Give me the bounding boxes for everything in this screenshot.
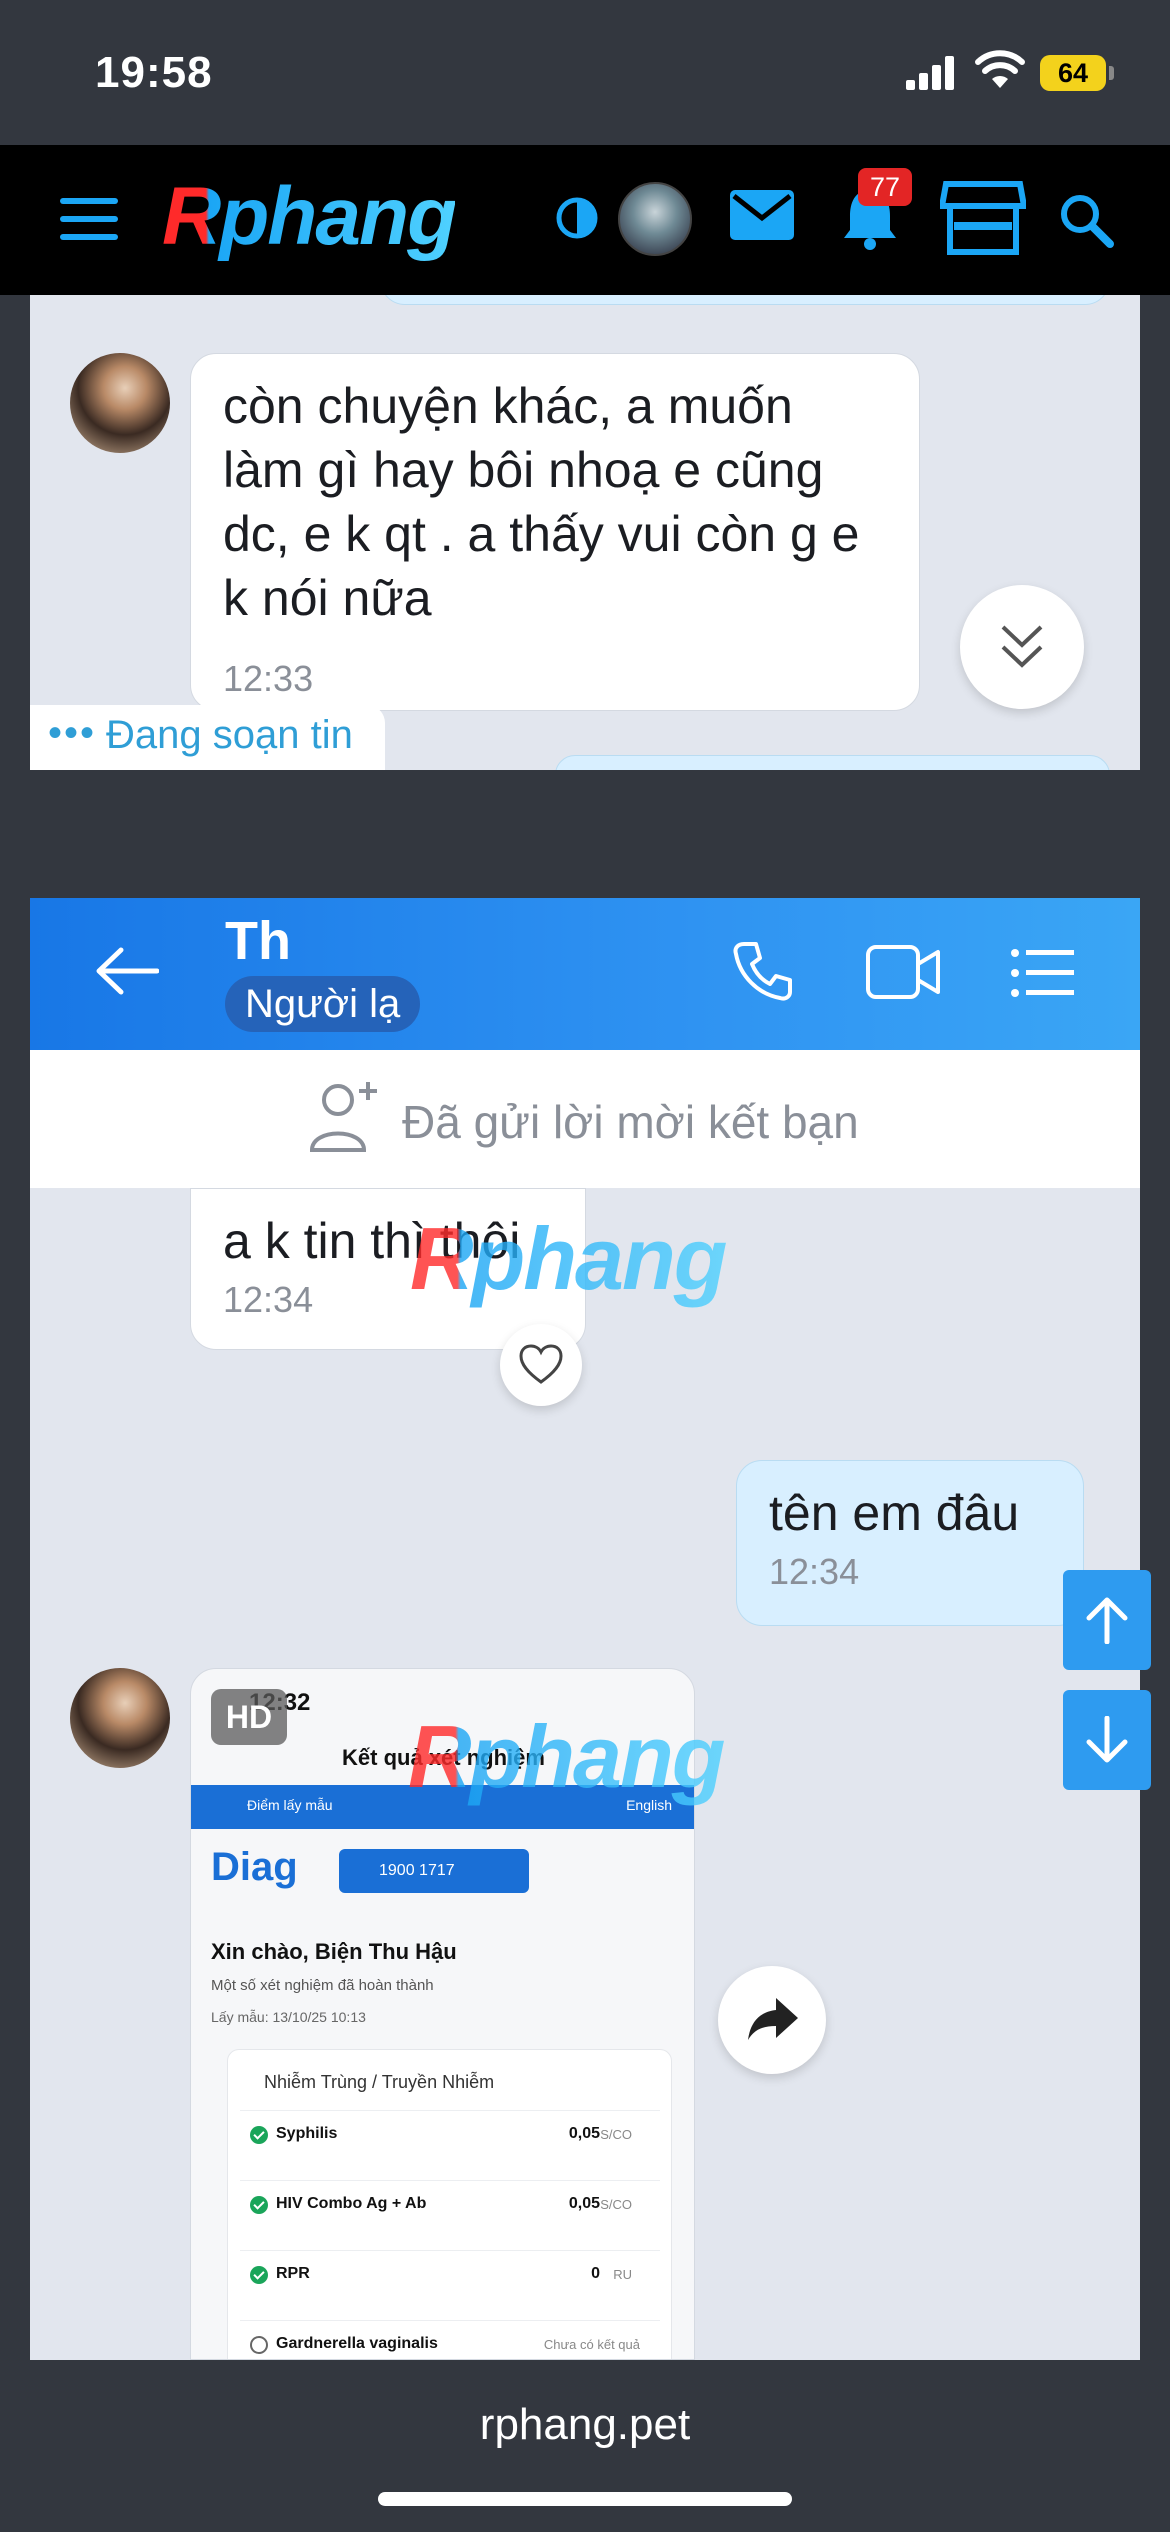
add-friend-icon [309, 1082, 377, 1152]
test-name: Syphilis [276, 2125, 338, 2142]
message-text: còn chuyện khác, a muốn làm gì hay bôi n… [223, 378, 860, 626]
test-results-card: Nhiễm Trùng / Truyền Nhiễm Syphilis 0,05… [227, 2049, 672, 2359]
test-category: Nhiễm Trùng / Truyền Nhiễm [264, 2072, 495, 2092]
test-row: RPR 0 RU [240, 2250, 660, 2298]
user-avatar[interactable] [618, 182, 692, 256]
message-time: 12:34 [769, 1551, 860, 1592]
check-icon [250, 2126, 268, 2144]
test-row: HIV Combo Ag + Ab 0,05 S/CO [240, 2180, 660, 2228]
theme-toggle-icon[interactable] [555, 196, 599, 240]
status-time: 19:58 [95, 48, 213, 97]
test-value: 0 [591, 2265, 600, 2282]
mail-icon[interactable] [730, 190, 794, 240]
embed-subtitle: Một số xét nghiệm đã hoàn thành [211, 1977, 434, 1994]
double-chevron-down-icon [1001, 625, 1043, 668]
sent-message-bubble[interactable]: tên em đâu 12:34 [736, 1460, 1084, 1626]
forward-icon [748, 1998, 798, 2040]
chat-screenshot-bottom: Th Người lạ Đã gửi lời mời kết bạn a k t… [30, 898, 1140, 2360]
chat-screenshot-top: còn chuyện khác, a muốn làm gì hay bôi n… [30, 295, 1140, 770]
test-name: RPR [276, 2265, 310, 2282]
chat-header: Th Người lạ [30, 898, 1140, 1050]
video-call-icon[interactable] [865, 944, 941, 1000]
test-value: 0,05 [568, 2195, 600, 2212]
hd-badge: HD [211, 1689, 287, 1745]
test-unit: RU [613, 2267, 632, 2282]
store-icon[interactable] [940, 180, 1026, 256]
test-unit: S/CO [600, 2197, 632, 2212]
embed-greeting: Xin chào, Biện Thu Hậu [211, 1939, 457, 1964]
clock-icon [250, 2336, 268, 2354]
contact-avatar[interactable] [70, 353, 170, 453]
typing-dots-icon: ••• [48, 711, 97, 755]
test-unit: S/CO [600, 2127, 632, 2142]
contact-name: Th [225, 911, 291, 971]
stranger-badge: Người lạ [225, 976, 421, 1032]
next-sent-bubble [555, 755, 1110, 770]
menu-icon[interactable] [60, 198, 118, 240]
react-button[interactable] [500, 1324, 582, 1406]
scroll-down-button[interactable] [960, 585, 1084, 709]
address-bar-url[interactable]: rphang.pet [0, 2400, 1170, 2450]
test-row: Syphilis 0,05 S/CO [240, 2110, 660, 2158]
friend-request-bar: Đã gửi lời mời kết bạn [30, 1050, 1140, 1188]
message-bubble[interactable]: còn chuyện khác, a muốn làm gì hay bôi n… [190, 353, 920, 711]
search-icon[interactable] [1058, 192, 1114, 248]
scroll-bottom-button[interactable] [1063, 1690, 1151, 1790]
friend-request-text: Đã gửi lời mời kết bạn [402, 1096, 859, 1148]
battery-icon: 64 [1040, 55, 1106, 91]
typing-label: Đang soạn tin [106, 713, 353, 757]
phone-call-icon[interactable] [730, 938, 796, 1004]
arrow-up-icon [1086, 1597, 1128, 1644]
site-logo[interactable]: Rphang [162, 170, 457, 264]
test-name: Gardnerella vaginalis [276, 2335, 438, 2352]
battery-tip [1109, 66, 1114, 80]
message-time: 12:33 [223, 658, 314, 699]
scroll-top-button[interactable] [1063, 1570, 1151, 1670]
diag-logo: Diag [211, 1845, 298, 1889]
arrow-down-icon [1086, 1716, 1128, 1763]
message-text: tên em đâu [769, 1485, 1020, 1541]
heart-icon [519, 1344, 563, 1384]
watermark: Rphang [408, 1707, 726, 1806]
list-menu-icon[interactable] [1010, 948, 1076, 998]
test-row: Gardnerella vaginalis Chưa có kết quả [240, 2320, 660, 2359]
previous-sent-bubble [380, 295, 1110, 305]
test-value: Chưa có kết quả [543, 2337, 640, 2352]
contact-avatar[interactable] [70, 1668, 170, 1768]
typing-indicator: ••• Đang soạn tin [30, 705, 385, 770]
test-value: 0,05 [568, 2125, 600, 2142]
embed-sample-date: Lấy mẫu: 13/10/25 10:13 [211, 2009, 366, 2025]
watermark: Rphang [410, 1209, 728, 1308]
check-icon [250, 2266, 268, 2284]
home-indicator[interactable] [378, 2492, 792, 2506]
forward-button[interactable] [718, 1966, 826, 2074]
test-name: HIV Combo Ag + Ab [276, 2195, 427, 2212]
status-bar: 19:58 64 [0, 0, 1170, 145]
check-icon [250, 2196, 268, 2214]
notification-count-badge: 77 [858, 168, 912, 206]
back-arrow-icon[interactable] [95, 946, 159, 996]
embed-location-label: Điểm lấy mẫu [247, 1797, 333, 1813]
signal-icon [906, 56, 958, 90]
wifi-icon [975, 50, 1025, 88]
diag-hotline: 1900 1717 [339, 1849, 529, 1893]
